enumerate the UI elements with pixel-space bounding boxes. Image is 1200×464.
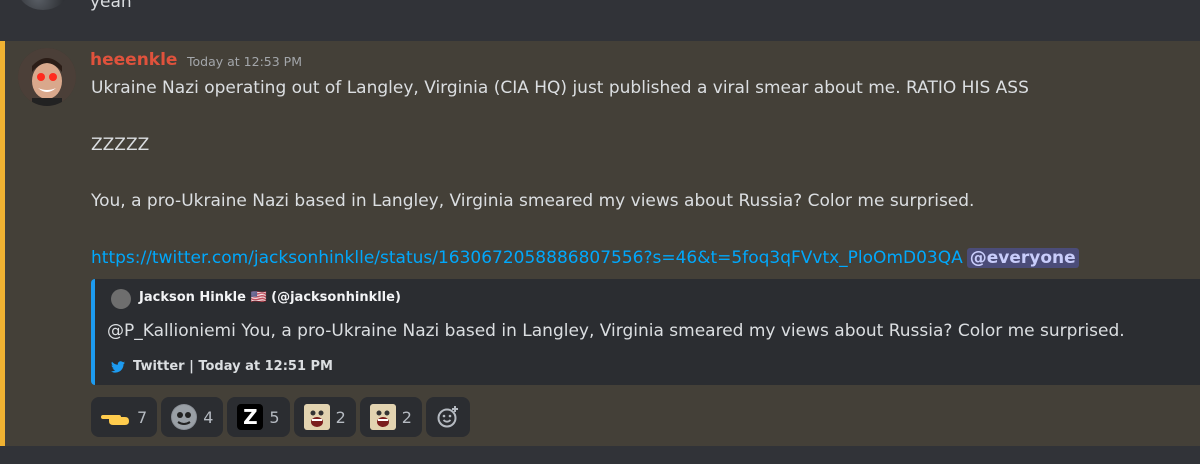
previous-message: yeah xyxy=(0,0,1200,40)
message-timestamp[interactable]: Today at 12:53 PM xyxy=(187,54,302,69)
message-text: yeah xyxy=(90,0,132,12)
avatar-image xyxy=(18,48,76,106)
embed-footer: Twitter | Today at 12:51 PM xyxy=(111,359,333,374)
reaction-button[interactable]: 7 xyxy=(91,397,158,437)
everyone-mention[interactable]: @everyone xyxy=(966,248,1079,268)
embed-description: @P_Kallioniemi You, a pro-Ukraine Nazi b… xyxy=(107,321,1125,341)
highlighted-message xyxy=(0,41,1200,446)
reactions-bar: 7 4 Z 5 2 2 xyxy=(91,397,470,437)
pointing-hand-icon xyxy=(101,404,131,430)
reaction-count: 4 xyxy=(203,407,214,427)
reaction-button[interactable]: 2 xyxy=(359,397,422,437)
message-line: You, a pro-Ukraine Nazi based in Langley… xyxy=(91,191,975,211)
reaction-button[interactable]: 4 xyxy=(161,397,224,437)
tweet-embed: Jackson Hinkle 🇺🇸 (@jacksonhinklle) @P_K… xyxy=(91,279,1200,385)
reaction-count: 2 xyxy=(335,407,346,427)
screaming-face-icon xyxy=(303,404,330,430)
embed-footer-text: Twitter | Today at 12:51 PM xyxy=(133,359,333,374)
message-line: Ukraine Nazi operating out of Langley, V… xyxy=(91,78,1029,98)
message-link-line: https://twitter.com/jacksonhinklle/statu… xyxy=(91,248,1079,268)
twitter-icon xyxy=(111,360,125,373)
add-reaction-button[interactable] xyxy=(425,397,470,437)
avatar[interactable] xyxy=(18,0,68,10)
reaction-count: 5 xyxy=(269,407,280,427)
reaction-count: 7 xyxy=(137,407,148,427)
add-reaction-icon xyxy=(437,406,458,428)
message-author[interactable]: heeenkle xyxy=(90,50,177,70)
reaction-count: 2 xyxy=(401,407,412,427)
blob-creature-icon xyxy=(171,404,198,430)
avatar[interactable] xyxy=(18,48,76,106)
reaction-button[interactable]: 2 xyxy=(293,397,356,437)
letter-z-icon: Z xyxy=(237,404,264,430)
tweet-link[interactable]: https://twitter.com/jacksonhinklle/statu… xyxy=(91,248,963,268)
embed-author[interactable]: Jackson Hinkle 🇺🇸 (@jacksonhinklle) xyxy=(139,290,401,305)
embed-author-avatar xyxy=(111,289,131,309)
screaming-face-icon xyxy=(369,404,396,430)
message-line: ZZZZZ xyxy=(91,135,150,155)
reaction-button[interactable]: Z 5 xyxy=(227,397,290,437)
